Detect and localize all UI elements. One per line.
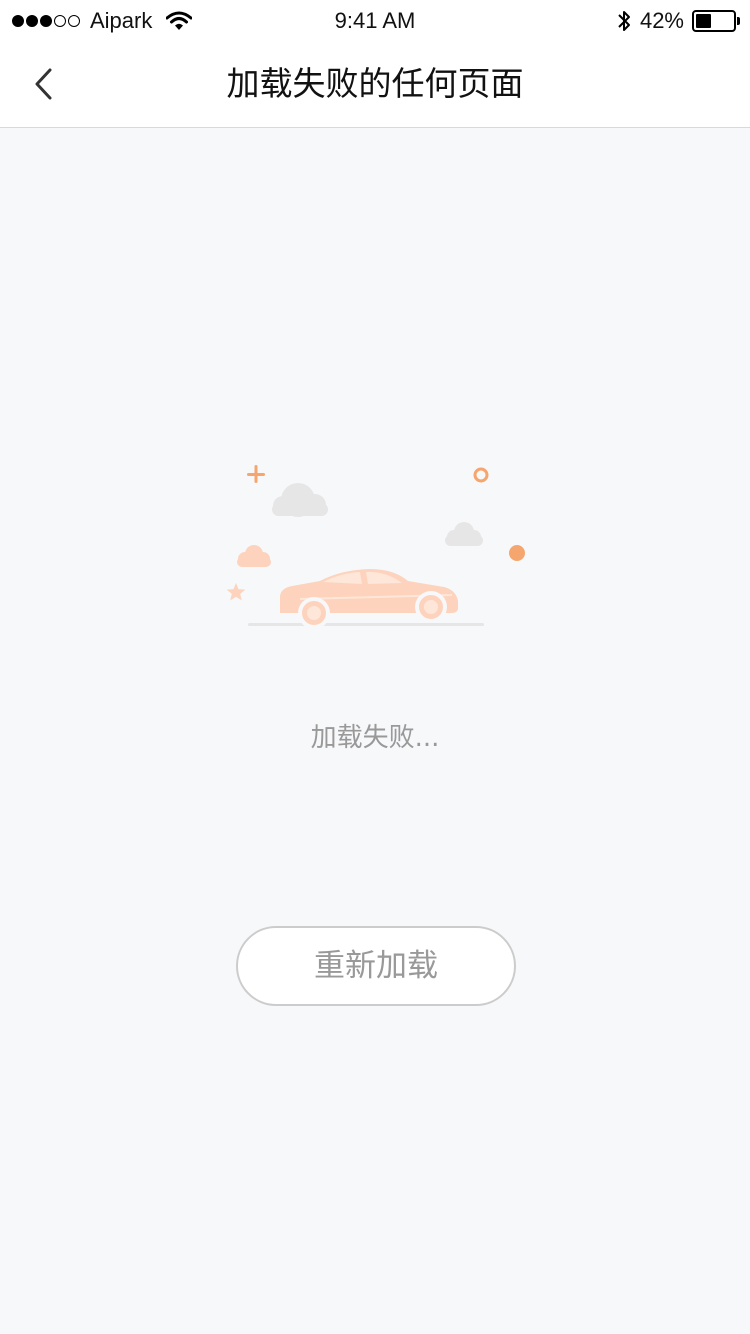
ring-sparkle-icon xyxy=(473,467,489,483)
bluetooth-icon xyxy=(618,11,630,31)
dot-sparkle-icon xyxy=(509,545,525,561)
cloud-icon xyxy=(445,522,483,546)
status-right: 42% xyxy=(616,6,740,36)
cloud-icon xyxy=(272,483,328,517)
battery-body xyxy=(692,10,736,32)
battery-fill xyxy=(696,14,712,28)
car-with-clouds-illustration xyxy=(226,465,525,629)
cloud-icon xyxy=(237,545,271,567)
battery-icon xyxy=(692,10,740,32)
road-line xyxy=(248,623,484,626)
plus-sparkle-icon xyxy=(247,465,265,483)
chevron-left-icon xyxy=(35,68,52,100)
battery-percent: 42% xyxy=(639,8,684,33)
car-icon xyxy=(280,569,458,629)
star-icon xyxy=(226,583,246,601)
battery-cap xyxy=(737,17,740,25)
nav-bar: 加载失败的任何页面 xyxy=(0,40,750,128)
back-button[interactable] xyxy=(22,58,66,110)
status-bar: Aipark 9:41 AM 42% xyxy=(0,0,750,40)
error-message: 加载失败... xyxy=(310,723,440,753)
reload-button[interactable]: 重新加载 xyxy=(236,926,516,1006)
page-title: 加载失败的任何页面 xyxy=(226,64,524,103)
